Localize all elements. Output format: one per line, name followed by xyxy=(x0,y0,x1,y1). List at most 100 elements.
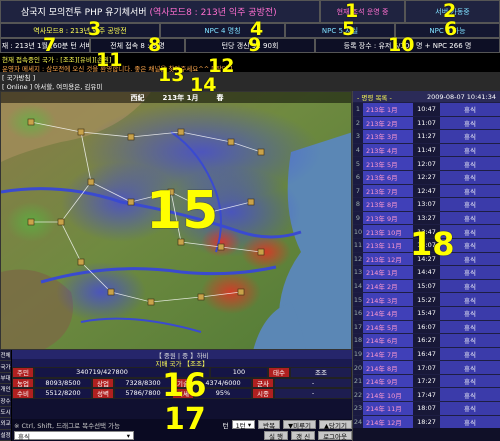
schedule-row[interactable]: 7 213年 7月 12:47 휴식 xyxy=(353,183,500,198)
schedule-index: 3 xyxy=(353,130,363,143)
annotation-number: 18 xyxy=(410,225,455,263)
schedule-row[interactable]: 15 214年 3月 15:27 휴식 xyxy=(353,292,500,306)
schedule-row[interactable]: 16 214年 4月 15:47 휴식 xyxy=(353,305,500,320)
side-tab[interactable]: 국가 xyxy=(0,361,11,373)
city-value: - xyxy=(274,377,352,388)
annotation-number: 16 xyxy=(162,366,207,404)
city-label: 수비 xyxy=(12,388,34,399)
schedule-row[interactable]: 2 213年 2月 11:07 휴식 xyxy=(353,115,500,130)
schedule-row[interactable]: 6 213年 6月 12:27 휴식 xyxy=(353,169,500,184)
side-tab[interactable]: 장수 xyxy=(0,396,11,407)
annotation-number: 7 xyxy=(43,34,57,56)
schedule-index: 18 xyxy=(353,334,363,347)
schedule-index: 1 xyxy=(353,103,363,116)
map-era: 西紀 xyxy=(130,93,145,102)
annotation-number: 5 xyxy=(342,18,356,40)
schedule-time: 15:07 xyxy=(413,279,440,293)
schedule-row[interactable]: 21 214年 9月 17:27 휴식 xyxy=(353,373,500,388)
schedule-date: 213年 10月 xyxy=(363,225,413,238)
schedule-time: 17:47 xyxy=(413,388,440,402)
schedule-index: 22 xyxy=(353,388,363,402)
schedule-row[interactable]: 9 213年 9月 13:27 휴식 xyxy=(353,210,500,225)
side-tab[interactable]: 전체 xyxy=(0,350,11,362)
schedule-row[interactable]: 1 213年 1月 10:47 휴식 xyxy=(353,102,500,116)
schedule-header: - 명령 목록 - 2009-08-07 10:41:34 xyxy=(353,91,500,102)
schedule-row[interactable]: 24 214年 12月 18:27 휴식 xyxy=(353,414,500,429)
schedule-timestamp: 2009-08-07 10:41:34 xyxy=(426,92,496,101)
schedule-index: 23 xyxy=(353,402,363,415)
schedule-time: 17:27 xyxy=(413,374,440,388)
npc-state2-cell: NPC 5 사실 xyxy=(285,23,395,38)
map-date-header: 西紀 213年 1月 春 xyxy=(1,92,351,103)
schedule-row[interactable]: 3 213年 3月 11:27 휴식 xyxy=(353,129,500,143)
schedule-row[interactable]: 8 213年 8月 13:07 휴식 xyxy=(353,197,500,211)
schedule-row[interactable]: 22 214年 10月 17:47 휴식 xyxy=(353,387,500,402)
schedule-row[interactable]: 19 214年 7月 16:47 휴식 xyxy=(353,346,500,361)
city-label: 성벽 xyxy=(92,388,114,399)
schedule-action: 휴식 xyxy=(440,388,500,402)
schedule-time: 18:27 xyxy=(413,415,440,429)
schedule-date: 213年 9月 xyxy=(363,211,413,225)
multi-select-hint: ※ Ctrl, Shift, 드래그로 복수선택 가능 xyxy=(14,421,121,430)
side-tab[interactable]: 설정 xyxy=(0,430,11,441)
annotation-number: 17 xyxy=(164,402,206,437)
pull-forward-button[interactable]: ▲당기기 xyxy=(319,420,352,430)
schedule-action: 휴식 xyxy=(440,170,500,184)
title-cell: 삼국지 모의전투 PHP 유기체서버 (역사모드8 : 213년 익주 공방전) xyxy=(0,0,320,23)
city-value: 340719/427800 xyxy=(34,367,170,378)
command-select[interactable]: 휴식 ▾ xyxy=(14,431,134,441)
side-tab[interactable]: 외교 xyxy=(0,418,11,430)
logout-button[interactable]: 로그아웃 xyxy=(318,431,352,441)
run-button[interactable]: 실 행 xyxy=(264,431,289,441)
repeat-button[interactable]: 반복 xyxy=(258,420,281,430)
schedule-time: 17:07 xyxy=(413,361,440,374)
schedule-row[interactable]: 5 213年 5月 12:07 휴식 xyxy=(353,156,500,170)
schedule-index: 2 xyxy=(353,116,363,130)
schedule-date: 213年 4月 xyxy=(363,143,413,157)
schedule-time: 18:07 xyxy=(413,402,440,415)
schedule-row[interactable]: 14 214年 2月 15:07 휴식 xyxy=(353,278,500,293)
schedule-title: - 명령 목록 - xyxy=(357,93,392,102)
schedule-index: 10 xyxy=(353,225,363,238)
schedule-date: 214年 7月 xyxy=(363,347,413,361)
schedule-date: 214年 11月 xyxy=(363,402,413,415)
city-value: - xyxy=(274,388,352,399)
push-back-button[interactable]: ▼미루기 xyxy=(283,420,317,430)
side-tab[interactable]: 부대 xyxy=(0,373,11,385)
schedule-index: 5 xyxy=(353,157,363,170)
schedule-index: 8 xyxy=(353,198,363,211)
city-label: 주민 xyxy=(12,367,34,378)
schedule-row[interactable]: 4 213年 4月 11:47 휴식 xyxy=(353,142,500,157)
annotation-number: 6 xyxy=(444,18,458,40)
schedule-row[interactable]: 23 214年 11月 18:07 휴식 xyxy=(353,401,500,415)
side-tab[interactable]: 도시 xyxy=(0,407,11,419)
schedule-date: 214年 8月 xyxy=(363,361,413,374)
schedule-action: 휴식 xyxy=(440,320,500,334)
city-label: 시종 xyxy=(252,388,274,399)
schedule-time: 12:47 xyxy=(413,184,440,198)
schedule-rows: 1 213年 1月 10:47 휴식 2 213年 2月 11:07 휴식 3 213年 3月 11… xyxy=(353,102,500,429)
schedule-date: 213年 1月 xyxy=(363,103,413,116)
schedule-index: 14 xyxy=(353,279,363,293)
schedule-row[interactable]: 17 214年 5月 16:07 휴식 xyxy=(353,319,500,334)
schedule-time: 11:07 xyxy=(413,116,440,130)
schedule-action: 휴식 xyxy=(440,116,500,130)
turn-select[interactable]: 1턴 ▾ xyxy=(231,420,256,430)
schedule-index: 6 xyxy=(353,170,363,184)
schedule-date: 214年 2月 xyxy=(363,279,413,293)
schedule-index: 12 xyxy=(353,252,363,266)
schedule-action: 휴식 xyxy=(440,266,500,279)
schedule-index: 16 xyxy=(353,306,363,320)
annotation-number: 9 xyxy=(248,34,262,56)
schedule-row[interactable]: 18 214年 6月 16:27 휴식 xyxy=(353,333,500,347)
schedule-action: 휴식 xyxy=(440,374,500,388)
schedule-row[interactable]: 13 214年 1月 14:47 휴식 xyxy=(353,265,500,279)
schedule-date: 213年 8月 xyxy=(363,198,413,211)
schedule-time: 11:47 xyxy=(413,143,440,157)
annotation-number: 3 xyxy=(88,18,102,40)
side-tab[interactable]: 개인 xyxy=(0,384,11,396)
schedule-index: 4 xyxy=(353,143,363,157)
refresh-button[interactable]: 갱 신 xyxy=(291,431,316,441)
schedule-time: 15:47 xyxy=(413,306,440,320)
schedule-row[interactable]: 20 214年 8月 17:07 휴식 xyxy=(353,360,500,374)
